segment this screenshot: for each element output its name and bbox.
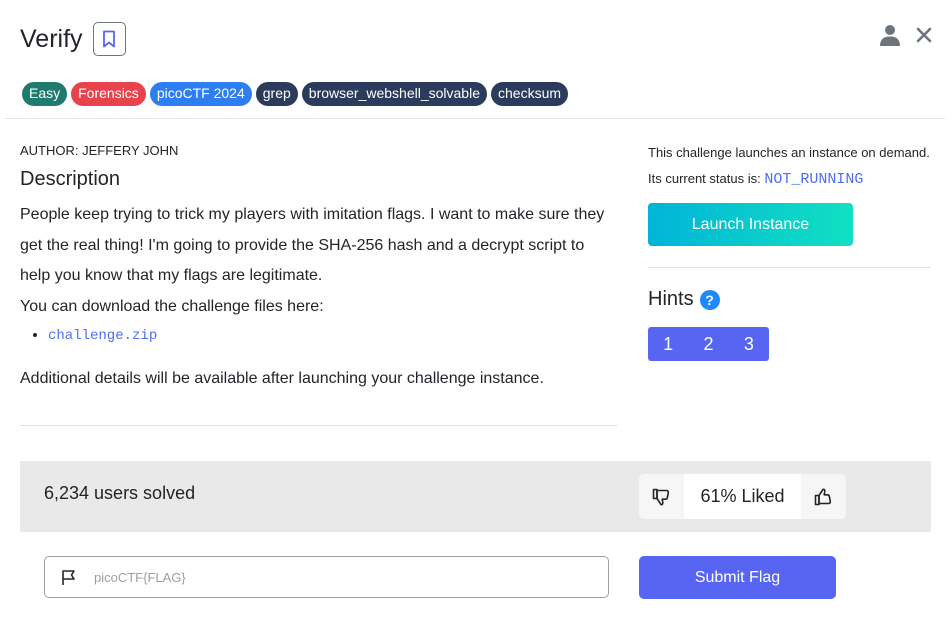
hints-divider bbox=[648, 267, 931, 268]
download-prompt: You can download the challenge files her… bbox=[20, 297, 324, 315]
close-button[interactable] bbox=[916, 27, 932, 43]
author-label: AUTHOR: JEFFERY JOHN bbox=[20, 143, 179, 158]
solved-count: 6,234 users solved bbox=[44, 483, 196, 503]
description-divider bbox=[20, 425, 617, 426]
tag-webshell[interactable]: browser_webshell_solvable bbox=[301, 82, 487, 106]
like-button[interactable] bbox=[801, 474, 846, 519]
tag-list: Easy Forensics picoCTF 2024 grep browser… bbox=[22, 82, 569, 106]
hint-button-2[interactable]: 2 bbox=[688, 327, 728, 361]
user-button[interactable] bbox=[880, 24, 900, 46]
stats-bar: 6,234 users solved 61% Liked bbox=[20, 461, 931, 532]
description-heading: Description bbox=[20, 168, 121, 190]
file-list: challenge.zip bbox=[48, 326, 617, 344]
tag-event[interactable]: picoCTF 2024 bbox=[149, 82, 252, 106]
tag-grep[interactable]: grep bbox=[255, 82, 298, 106]
list-item: challenge.zip bbox=[48, 326, 617, 344]
instance-status-line: Its current status is: NOT_RUNNING bbox=[648, 166, 931, 193]
instance-intro: This challenge launches an instance on d… bbox=[648, 145, 930, 160]
challenge-file-link[interactable]: challenge.zip bbox=[48, 328, 157, 344]
dislike-button[interactable] bbox=[639, 474, 684, 519]
additional-details: Additional details will be available aft… bbox=[20, 370, 544, 387]
status-badge: NOT_RUNNING bbox=[764, 171, 864, 188]
liked-percentage: 61% Liked bbox=[684, 474, 801, 519]
flag-icon bbox=[62, 569, 75, 585]
hints-header: Hints ? bbox=[648, 288, 931, 311]
help-icon[interactable]: ? bbox=[699, 289, 720, 310]
tag-checksum[interactable]: checksum bbox=[491, 82, 569, 106]
flag-input-wrapper bbox=[44, 556, 609, 598]
description-paragraph: People keep trying to trick my players w… bbox=[20, 206, 605, 284]
hint-button-group: 1 2 3 bbox=[648, 327, 769, 361]
bookmark-button[interactable] bbox=[92, 22, 126, 56]
description-text: People keep trying to trick my players w… bbox=[20, 200, 617, 322]
hint-button-3[interactable]: 3 bbox=[729, 327, 769, 361]
instance-panel: This challenge launches an instance on d… bbox=[648, 140, 931, 361]
hint-button-1[interactable]: 1 bbox=[648, 327, 688, 361]
header-divider bbox=[5, 118, 945, 119]
tag-category[interactable]: Forensics bbox=[71, 82, 146, 106]
tag-difficulty[interactable]: Easy bbox=[22, 82, 68, 106]
page-header: Verify bbox=[20, 22, 126, 56]
rating-group: 61% Liked bbox=[639, 474, 846, 519]
thumbs-up-icon bbox=[814, 488, 831, 505]
submit-flag-button[interactable]: Submit Flag bbox=[639, 556, 836, 599]
status-prefix: Its current status is: bbox=[648, 171, 761, 186]
launch-instance-button[interactable]: Launch Instance bbox=[648, 203, 853, 246]
description-section: AUTHOR: JEFFERY JOHN Description People … bbox=[20, 143, 617, 388]
thumbs-down-icon bbox=[652, 488, 669, 505]
page-title: Verify bbox=[20, 24, 83, 53]
user-icon bbox=[880, 25, 900, 46]
hints-title: Hints bbox=[648, 288, 694, 310]
header-actions bbox=[880, 24, 932, 46]
flag-input[interactable] bbox=[94, 569, 574, 585]
bookmark-icon bbox=[103, 30, 115, 48]
close-icon bbox=[916, 27, 932, 43]
